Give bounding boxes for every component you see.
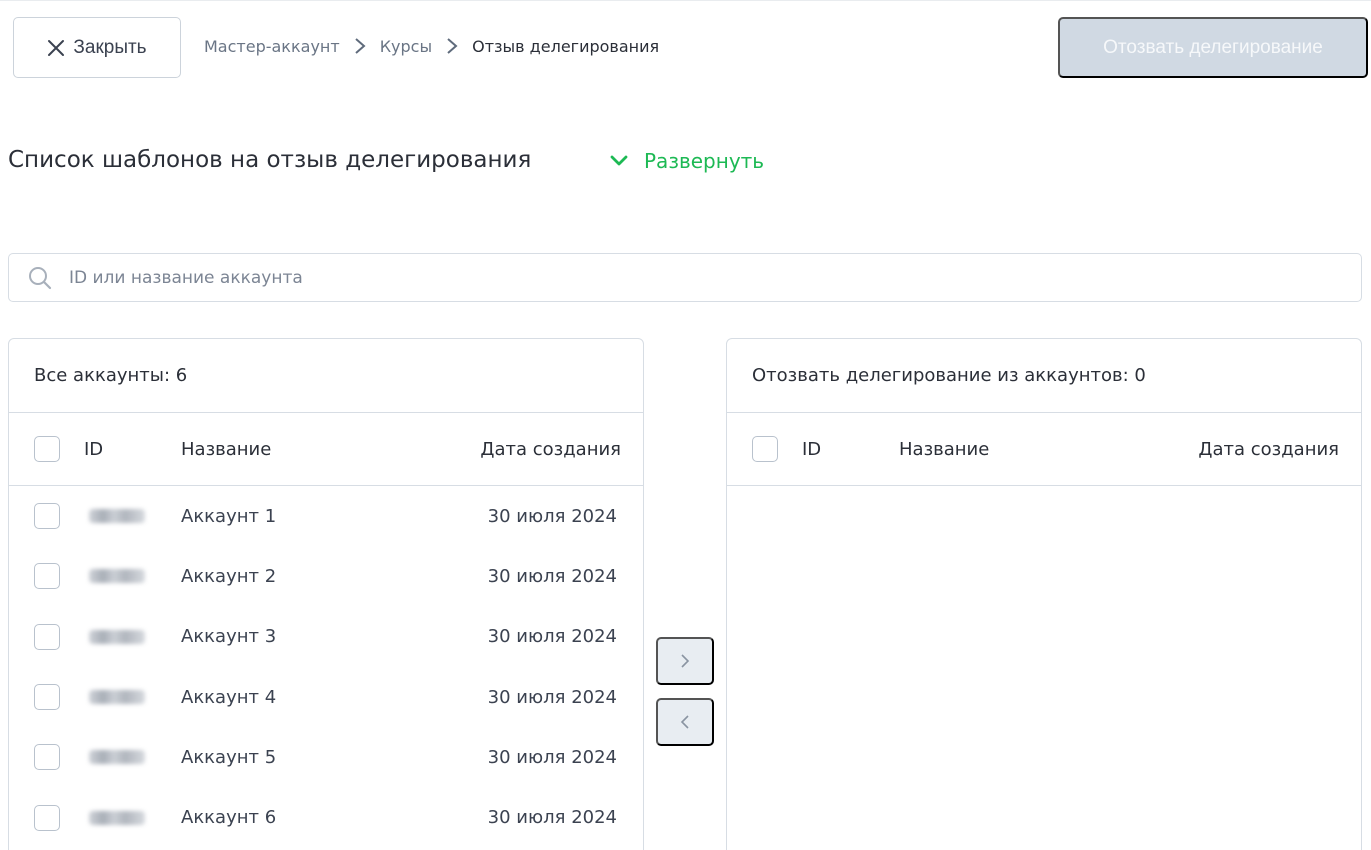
blurred-id [89, 690, 145, 705]
table-header: ID Название Дата создания [9, 413, 643, 486]
table-row[interactable]: Аккаунт 6 30 июля 2024 [9, 787, 643, 847]
row-date: 30 июля 2024 [487, 807, 617, 829]
search-box [8, 253, 1362, 302]
chevron-right-icon [681, 654, 690, 668]
row-checkbox[interactable] [34, 563, 60, 590]
column-name: Название [899, 438, 990, 460]
column-id: ID [802, 438, 822, 460]
row-name: Аккаунт 5 [181, 746, 277, 768]
breadcrumb-current: Отзыв делегирования [472, 36, 660, 56]
revoke-delegation-button[interactable]: Отозвать делегирование [1058, 17, 1368, 78]
column-date: Дата создания [480, 438, 621, 460]
close-button-label: Закрыть [73, 36, 147, 58]
row-checkbox[interactable] [34, 623, 60, 650]
chevron-right-icon [432, 37, 472, 55]
select-all-checkbox[interactable] [34, 436, 60, 462]
select-all-checkbox[interactable] [752, 436, 778, 462]
chevron-down-icon [610, 155, 628, 166]
move-right-button[interactable] [656, 637, 714, 685]
row-name: Аккаунт 1 [181, 505, 277, 527]
column-id: ID [84, 438, 104, 460]
row-date: 30 июля 2024 [487, 626, 617, 648]
row-name: Аккаунт 6 [181, 807, 277, 829]
table-row[interactable]: Аккаунт 5 30 июля 2024 [9, 727, 643, 787]
row-date: 30 июля 2024 [487, 746, 617, 768]
blurred-id [89, 810, 145, 825]
row-date: 30 июля 2024 [487, 565, 617, 587]
blurred-id [89, 509, 145, 524]
row-checkbox[interactable] [34, 684, 60, 711]
row-name: Аккаунт 2 [181, 565, 277, 587]
close-icon [48, 39, 65, 56]
blurred-id [89, 629, 145, 644]
section-title: Список шаблонов на отзыв делегирования [8, 147, 532, 173]
row-name: Аккаунт 3 [181, 626, 277, 648]
row-checkbox[interactable] [34, 744, 60, 771]
breadcrumb-master-account[interactable]: Мастер-аккаунт [204, 37, 340, 56]
search-input[interactable] [69, 254, 1361, 301]
all-accounts-panel: Все аккаунты: 6 ID Название Дата создани… [8, 338, 644, 850]
revoke-accounts-panel: Отозвать делегирование из аккаунтов: 0 I… [726, 338, 1362, 850]
column-name: Название [181, 438, 272, 460]
row-date: 30 июля 2024 [487, 505, 617, 527]
chevron-left-icon [680, 715, 689, 729]
row-checkbox[interactable] [34, 503, 60, 530]
accounts-list: Аккаунт 1 30 июля 2024 Аккаунт 2 30 июля… [9, 486, 643, 848]
row-date: 30 июля 2024 [487, 686, 617, 708]
table-header: ID Название Дата создания [727, 413, 1361, 486]
row-checkbox[interactable] [34, 804, 60, 831]
search-icon [29, 266, 52, 289]
table-row[interactable]: Аккаунт 4 30 июля 2024 [9, 667, 643, 727]
top-divider [0, 0, 1371, 1]
breadcrumb-courses[interactable]: Курсы [380, 37, 432, 56]
all-accounts-header: Все аккаунты: 6 [9, 339, 643, 413]
close-button[interactable]: Закрыть [13, 17, 181, 78]
table-row[interactable]: Аккаунт 3 30 июля 2024 [9, 607, 643, 667]
revoke-accounts-header: Отозвать делегирование из аккаунтов: 0 [727, 339, 1361, 413]
blurred-id [89, 569, 145, 584]
breadcrumb: Мастер-аккаунт Курсы Отзыв делегирования [204, 34, 659, 58]
move-left-button[interactable] [656, 698, 714, 746]
table-row[interactable]: Аккаунт 1 30 июля 2024 [9, 486, 643, 546]
column-date: Дата создания [1198, 438, 1339, 460]
expand-toggle-label: Развернуть [644, 149, 765, 173]
table-row[interactable]: Аккаунт 2 30 июля 2024 [9, 546, 643, 606]
row-name: Аккаунт 4 [181, 686, 277, 708]
blurred-id [89, 750, 145, 765]
expand-toggle[interactable]: Развернуть [608, 149, 764, 173]
chevron-right-icon [340, 37, 380, 55]
